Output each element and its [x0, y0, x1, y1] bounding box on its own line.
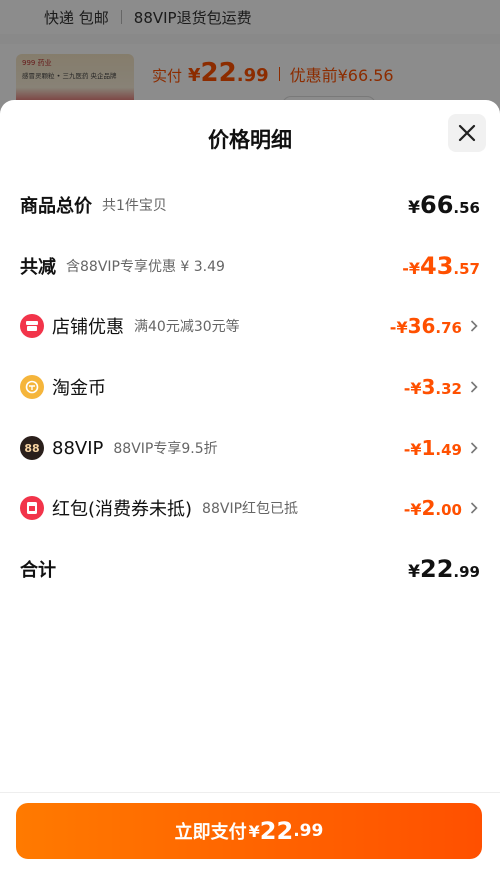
- amount-int: 3: [421, 375, 436, 399]
- coin-icon: [20, 375, 44, 399]
- chevron-right-icon: [470, 501, 480, 515]
- row-label: 店铺优惠: [52, 317, 124, 338]
- amount-dec: .99: [453, 563, 480, 581]
- row-shop-discount[interactable]: 店铺优惠 满40元减30元等 -¥ 36 .76: [20, 306, 480, 346]
- amount-int: 1: [421, 436, 436, 460]
- row-label: 淘金币: [52, 378, 106, 399]
- pay-int: 22: [259, 817, 294, 845]
- row-amount: ¥ 22 .99: [408, 555, 480, 583]
- row-sub: 共1件宝贝: [102, 198, 167, 214]
- row-label: 商品总价: [20, 196, 92, 217]
- amount-dec: .76: [435, 319, 462, 337]
- vip88-icon: 88: [20, 436, 44, 460]
- row-sub: 88VIP专享9.5折: [113, 441, 218, 457]
- amount-dec: .32: [435, 380, 462, 398]
- amount-dec: .00: [435, 501, 462, 519]
- amount-int: 66: [420, 191, 454, 219]
- amount-currency: -¥: [389, 318, 408, 337]
- amount-currency: -¥: [402, 259, 421, 278]
- row-amount: ¥ 66 .56: [408, 191, 480, 219]
- row-tao-coin[interactable]: 淘金币 -¥ 3 .32: [20, 367, 480, 407]
- close-button[interactable]: [448, 114, 486, 152]
- pay-now-button[interactable]: 立即支付 ¥ 22 .99: [16, 803, 482, 859]
- amount-currency: -¥: [403, 440, 422, 459]
- pay-currency: ¥: [248, 821, 260, 841]
- row-label: 88VIP: [52, 437, 104, 459]
- row-amount: -¥ 36 .76: [390, 314, 462, 338]
- amount-int: 2: [421, 496, 436, 520]
- row-amount: -¥ 2 .00: [404, 496, 462, 520]
- row-sub: 88VIP红包已抵: [202, 501, 299, 517]
- pay-dec: .99: [293, 821, 324, 841]
- amount-currency: ¥: [408, 198, 421, 218]
- amount-currency: ¥: [408, 562, 421, 582]
- amount-dec: .56: [453, 199, 480, 217]
- divider: [0, 792, 500, 793]
- pay-label: 立即支付: [174, 822, 247, 843]
- close-icon: [458, 124, 476, 142]
- shop-icon: [20, 314, 44, 338]
- row-item-total: 商品总价 共1件宝贝 ¥ 66 .56: [20, 185, 480, 225]
- row-red-envelope[interactable]: 红包(消费券未抵) 88VIP红包已抵 -¥ 2 .00: [20, 488, 480, 528]
- amount-currency: -¥: [403, 500, 422, 519]
- amount-int: 22: [420, 555, 454, 583]
- row-sub: 满40元减30元等: [134, 319, 240, 335]
- price-detail-sheet: 价格明细 商品总价 共1件宝贝 ¥ 66 .56 共减 含88VIP专享优惠 ¥…: [0, 100, 500, 881]
- chevron-right-icon: [470, 441, 480, 455]
- amount-dec: .57: [453, 260, 480, 278]
- row-88vip[interactable]: 88 88VIP 88VIP专享9.5折 -¥ 1 .49: [20, 428, 480, 468]
- amount-currency: -¥: [403, 379, 422, 398]
- row-label: 合计: [20, 560, 56, 581]
- sheet-title: 价格明细: [208, 128, 292, 152]
- row-label: 红包(消费券未抵): [52, 499, 193, 520]
- row-amount: -¥ 43 .57: [402, 252, 480, 280]
- chevron-right-icon: [470, 319, 480, 333]
- red-envelope-icon: [20, 496, 44, 520]
- row-label: 共减: [20, 257, 56, 278]
- row-total-discount: 共减 含88VIP专享优惠 ¥ 3.49 -¥ 43 .57: [20, 246, 480, 286]
- row-amount: -¥ 1 .49: [404, 436, 462, 460]
- amount-int: 43: [420, 252, 454, 280]
- amount-dec: .49: [435, 441, 462, 459]
- row-amount: -¥ 3 .32: [404, 375, 462, 399]
- chevron-right-icon: [470, 380, 480, 394]
- amount-int: 36: [407, 314, 436, 338]
- row-sub: 含88VIP专享优惠 ¥ 3.49: [66, 259, 225, 275]
- row-grand-total: 合计 ¥ 22 .99: [20, 549, 480, 589]
